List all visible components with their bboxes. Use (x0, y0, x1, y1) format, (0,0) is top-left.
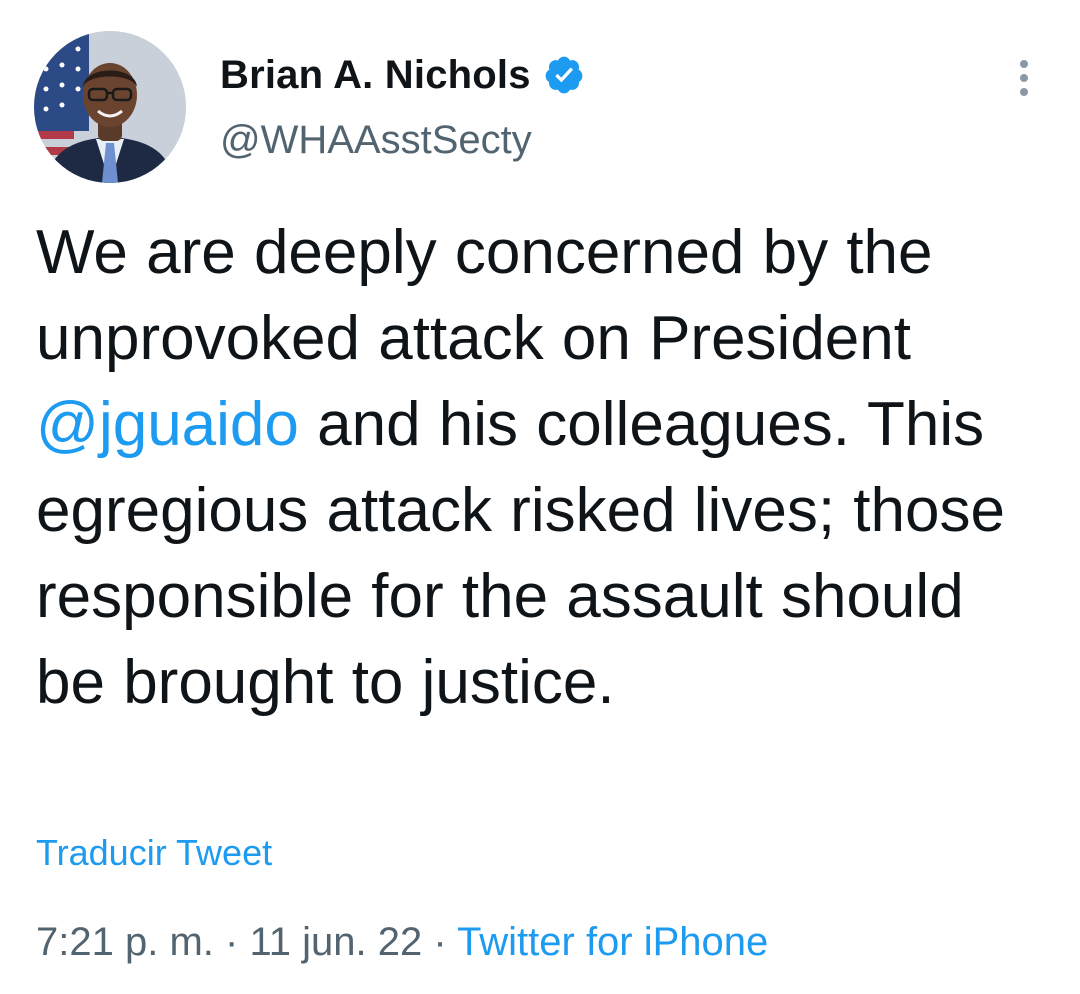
tweet-source-link[interactable]: Twitter for iPhone (457, 920, 768, 964)
meta-separator: · (225, 920, 239, 964)
avatar[interactable] (34, 31, 186, 183)
tweet-card: Brian A. Nichols @WHAAsstSecty We are de… (0, 0, 1080, 994)
mention-link[interactable]: @jguaido (36, 390, 299, 459)
tweet-time[interactable]: 7:21 p. m. (36, 920, 214, 964)
tweet-text-part-1: We are deeply concerned by the unprovoke… (36, 218, 933, 373)
author-display-name[interactable]: Brian A. Nichols (220, 53, 531, 98)
author-name-row: Brian A. Nichols (220, 50, 585, 100)
tweet-date[interactable]: 11 jun. 22 (249, 920, 422, 964)
verified-badge-icon (543, 54, 585, 96)
meta-separator: · (433, 920, 447, 964)
translate-tweet-link[interactable]: Traducir Tweet (36, 832, 272, 874)
author-handle[interactable]: @WHAAsstSecty (220, 118, 532, 163)
tweet-text: We are deeply concerned by the unprovoke… (36, 210, 1046, 726)
more-options-icon[interactable] (1008, 56, 1040, 100)
tweet-meta: 7:21 p. m. · 11 jun. 22 · Twitter for iP… (36, 920, 768, 965)
